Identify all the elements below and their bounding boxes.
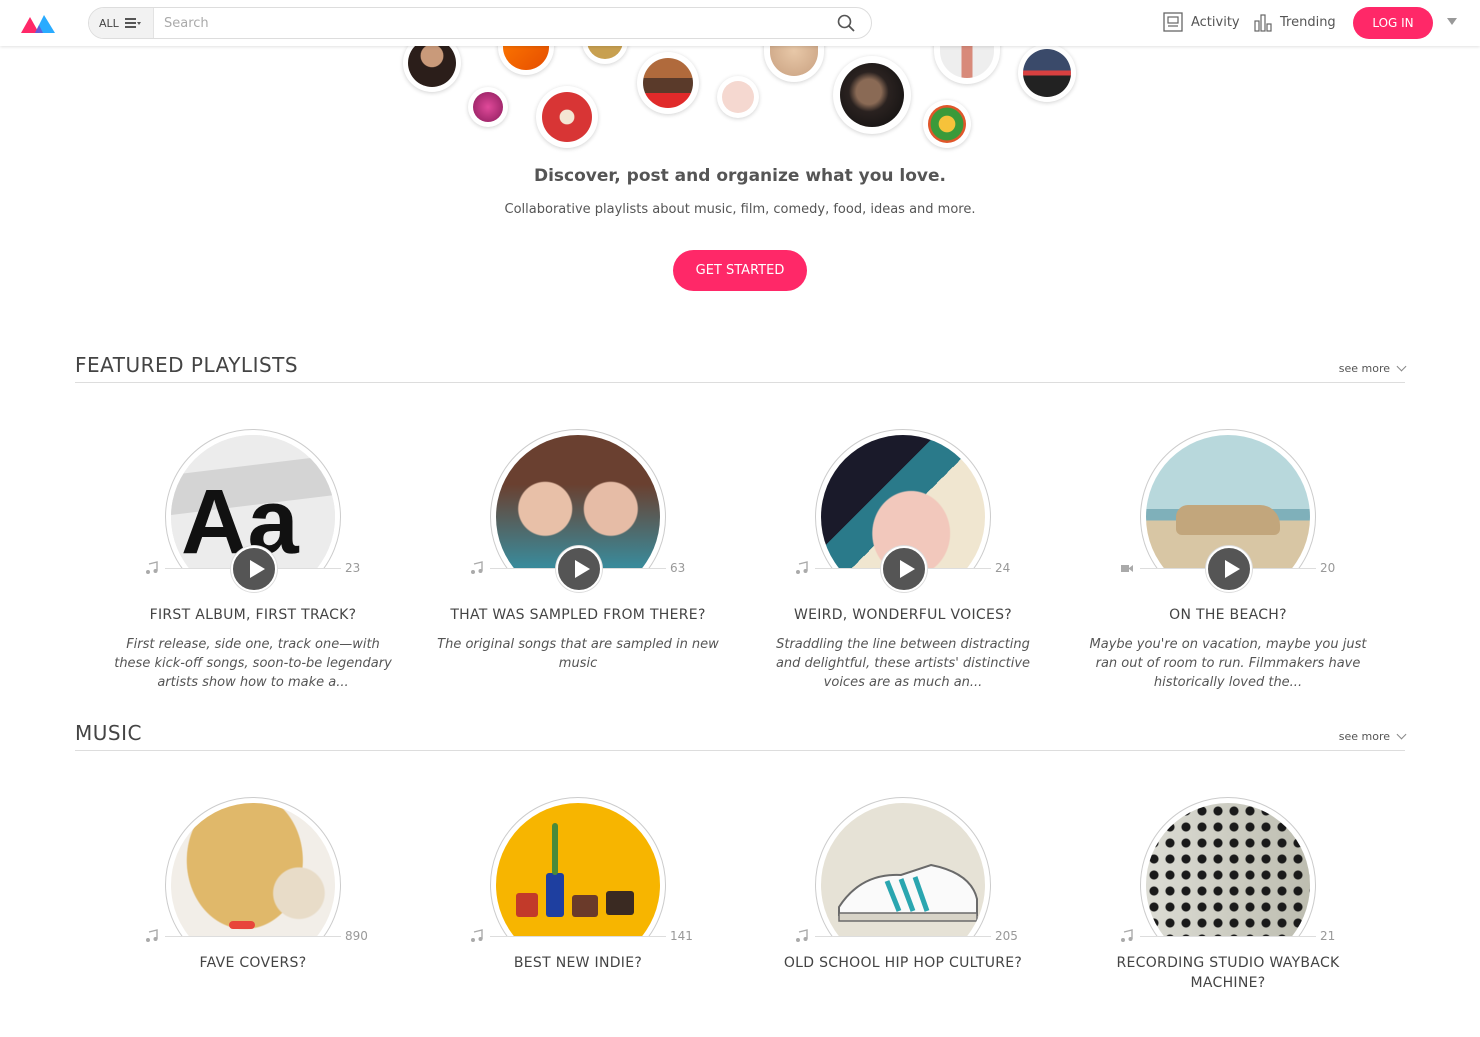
bubble-thumbnail[interactable] — [468, 87, 508, 127]
track-count: 21 — [1320, 929, 1336, 943]
track-count: 20 — [1320, 561, 1336, 575]
playlist-artwork — [815, 797, 991, 937]
login-button-label: LOG IN — [1372, 16, 1414, 30]
track-count: 23 — [345, 561, 361, 575]
playlist-title[interactable]: ON THE BEACH? — [1050, 605, 1406, 625]
search-scope-label: ALL — [99, 16, 119, 30]
login-button[interactable]: LOG IN — [1353, 7, 1433, 39]
section-header-featured: FEATURED PLAYLISTS see more — [75, 349, 1407, 383]
chevron-down-icon — [1396, 729, 1407, 740]
nav-trending-label: Trending — [1280, 14, 1336, 30]
top-nav-bar: ALL Activity Trending — [0, 0, 1480, 46]
see-more-label: see more — [1338, 362, 1390, 375]
playlist-artwork — [1140, 797, 1316, 937]
track-count: 205 — [995, 929, 1018, 943]
menu-icon — [124, 18, 141, 28]
playlist-artwork — [165, 797, 341, 937]
section-title: FEATURED PLAYLISTS — [75, 353, 299, 377]
bubble-thumbnail[interactable] — [923, 100, 971, 148]
get-started-label: GET STARTED — [695, 263, 785, 278]
trending-icon — [1254, 14, 1272, 32]
playlist-title[interactable]: FAVE COVERS? — [75, 953, 431, 973]
see-more-link[interactable]: see more — [1338, 729, 1407, 743]
play-button[interactable] — [881, 546, 927, 592]
hero-tagline: Discover, post and organize what you lov… — [533, 166, 947, 186]
get-started-button[interactable]: GET STARTED — [673, 250, 807, 291]
search-bar: ALL — [88, 7, 872, 39]
bubble-thumbnail[interactable] — [536, 86, 598, 148]
track-count: 890 — [345, 929, 368, 943]
section-header-music: MUSIC see more — [75, 717, 1407, 751]
play-button[interactable] — [231, 546, 277, 592]
playlist-title[interactable]: WEIRD, WONDERFUL VOICES? — [725, 605, 1081, 625]
search-scope-select[interactable]: ALL — [89, 8, 154, 38]
play-button[interactable] — [1206, 546, 1252, 592]
section-title: MUSIC — [75, 721, 142, 745]
bubble-thumbnail[interactable] — [717, 76, 759, 118]
chevron-down-icon[interactable] — [1447, 18, 1457, 25]
activity-icon — [1163, 12, 1183, 32]
video-camera-icon — [1121, 565, 1133, 572]
track-count: 63 — [670, 561, 686, 575]
playlist-title[interactable]: BEST NEW INDIE? — [400, 953, 756, 973]
nav-activity[interactable]: Activity — [1163, 12, 1240, 32]
logo-icon[interactable] — [20, 12, 56, 34]
nav-activity-label: Activity — [1191, 14, 1240, 30]
music-note-icon — [796, 561, 808, 574]
playlist-description: Maybe you're on vacation, maybe you just… — [1089, 637, 1367, 690]
chevron-down-icon — [1396, 361, 1407, 372]
playlist-title[interactable]: FIRST ALBUM, FIRST TRACK? — [75, 605, 431, 625]
playlist-title[interactable]: RECORDING STUDIO WAYBACK MACHINE? — [1090, 953, 1366, 993]
bubble-thumbnail[interactable] — [1018, 44, 1076, 102]
music-note-icon — [1121, 929, 1133, 942]
music-note-icon — [471, 929, 483, 942]
track-count: 141 — [670, 929, 693, 943]
playlist-artwork — [490, 797, 666, 937]
music-note-icon — [146, 561, 158, 574]
track-count: 24 — [995, 561, 1011, 575]
playlist-description: The original songs that are sampled in n… — [437, 637, 719, 671]
nav-trending[interactable]: Trending — [1254, 12, 1336, 32]
music-note-icon — [471, 561, 483, 574]
music-note-icon — [146, 929, 158, 942]
music-note-icon — [796, 929, 808, 942]
search-icon[interactable] — [837, 14, 855, 32]
playlist-title[interactable]: THAT WAS SAMPLED FROM THERE? — [400, 605, 756, 625]
search-input[interactable] — [164, 12, 824, 34]
bubble-thumbnail[interactable] — [833, 56, 911, 134]
playlist-description: Straddling the line between distracting … — [775, 637, 1031, 690]
bubble-thumbnail[interactable] — [637, 52, 699, 114]
playlist-description: First release, side one, track one—with … — [114, 637, 392, 690]
hero-subline: Collaborative playlists about music, fil… — [504, 202, 976, 217]
see-more-label: see more — [1338, 730, 1390, 743]
play-button[interactable] — [556, 546, 602, 592]
see-more-link[interactable]: see more — [1338, 361, 1407, 375]
playlist-title[interactable]: OLD SCHOOL HIP HOP CULTURE? — [725, 953, 1081, 973]
